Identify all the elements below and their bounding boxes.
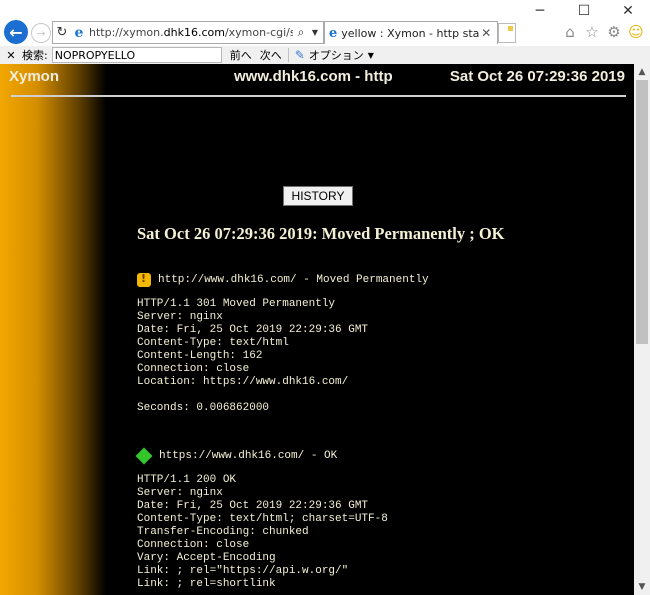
scroll-down-icon[interactable]: ▼ (634, 579, 650, 595)
find-next-button[interactable]: 次へ (260, 47, 282, 63)
check-response-line: Server: nginx (137, 311, 223, 323)
find-input[interactable] (51, 47, 222, 63)
scrollbar-thumb[interactable] (636, 80, 648, 344)
address-url[interactable]: http://xymon.dhk16.com/xymon-cgi/svcstat… (89, 26, 293, 39)
check-response-line: HTTP/1.1 301 Moved Permanently (137, 298, 336, 310)
favorites-star-icon[interactable]: ☆ (584, 24, 600, 40)
yellow-warning-icon (137, 272, 151, 287)
header-divider (11, 95, 626, 97)
find-bar: ✕ 検索: 前へ 次へ ✎ オプション ▼ (0, 46, 650, 65)
search-icon[interactable]: ⌕ (293, 25, 309, 40)
tab-title: yellow : Xymon - http status ... (341, 26, 480, 40)
find-previous-button[interactable]: 前へ (230, 47, 252, 63)
vertical-scrollbar[interactable]: ▲ ▼ (634, 64, 650, 595)
page-title: www.dhk16.com - http (234, 68, 393, 85)
navigation-bar: ← → ↻ e http://xymon.dhk16.com/xymon-cgi… (0, 18, 650, 46)
check-response-line: Link: ; rel=shortlink (137, 578, 276, 590)
options-caret-icon[interactable]: ▼ (368, 51, 374, 60)
settings-gear-icon[interactable]: ⚙ (606, 24, 622, 40)
check-block: https://www.dhk16.com/ - OK HTTP/1.1 200… (135, 447, 388, 591)
check-response-line: Connection: close (137, 539, 250, 551)
page-header: Xymon www.dhk16.com - http Sat Oct 26 07… (0, 64, 634, 98)
check-response-line: Content-Type: text/html (137, 337, 289, 349)
header-date: Sat Oct 26 07:29:36 2019 (449, 68, 625, 85)
address-bar[interactable]: ↻ e http://xymon.dhk16.com/xymon-cgi/svc… (52, 21, 324, 44)
tab-close-icon[interactable]: ✕ (481, 26, 491, 40)
toolbar-icons: ⌂ ☆ ⚙ ☺ (562, 24, 644, 40)
check-response-line: HTTP/1.1 200 OK (137, 474, 237, 486)
history-button[interactable]: HISTORY (283, 186, 353, 206)
check-response-line (137, 389, 429, 402)
browser-tab[interactable]: e yellow : Xymon - http status ... ✕ (324, 21, 498, 44)
check-response-line: Date: Fri, 25 Oct 2019 22:29:36 GMT (137, 324, 369, 336)
check-response-line: Transfer-Encoding: chunked (137, 526, 309, 538)
home-icon[interactable]: ⌂ (562, 24, 578, 40)
find-options-button[interactable]: オプション (309, 47, 364, 63)
check-response-line: Date: Fri, 25 Oct 2019 22:29:36 GMT (137, 500, 369, 512)
check-title: http://www.dhk16.com/ - Moved Permanentl… (158, 273, 429, 286)
check-response-line: Location: https://www.dhk16.com/ (137, 376, 349, 388)
feedback-smiley-icon[interactable]: ☺ (628, 24, 644, 40)
refresh-icon[interactable]: ↻ (55, 25, 69, 40)
green-ok-icon (135, 447, 153, 465)
check-response-line: Content-Type: text/html; charset=UTF-8 (137, 513, 388, 525)
new-tab-button[interactable] (498, 23, 516, 43)
tab-ie-icon: e (329, 25, 338, 41)
scroll-up-icon[interactable]: ▲ (634, 64, 650, 80)
check-title: https://www.dhk16.com/ - OK (159, 449, 338, 462)
check-response-line: Server: nginx (137, 487, 223, 499)
address-dropdown-icon[interactable]: ▼ (309, 28, 321, 37)
check-response-line: Connection: close (137, 363, 250, 375)
check-block: http://www.dhk16.com/ - Moved Permanentl… (137, 272, 429, 415)
find-separator (287, 48, 289, 62)
check-response-line: Vary: Accept-Encoding (137, 552, 276, 564)
forward-button[interactable]: → (31, 23, 51, 43)
check-response-line: Seconds: 0.006862000 (137, 402, 270, 414)
ie-icon: e (74, 24, 84, 41)
status-color-gradient (0, 64, 106, 595)
xymon-logo[interactable]: Xymon (9, 68, 59, 85)
find-close-icon[interactable]: ✕ (4, 49, 18, 62)
status-summary: Sat Oct 26 07:29:36 2019: Moved Permanen… (137, 224, 505, 243)
check-response-line: Link: ; rel="https://api.w.org/" (137, 565, 349, 577)
find-label: 検索: (22, 49, 48, 62)
back-button[interactable]: ← (4, 20, 28, 44)
highlight-pen-icon[interactable]: ✎ (295, 48, 305, 62)
xymon-page: Xymon www.dhk16.com - http Sat Oct 26 07… (0, 64, 634, 595)
check-response-line: Content-Length: 162 (137, 350, 263, 362)
